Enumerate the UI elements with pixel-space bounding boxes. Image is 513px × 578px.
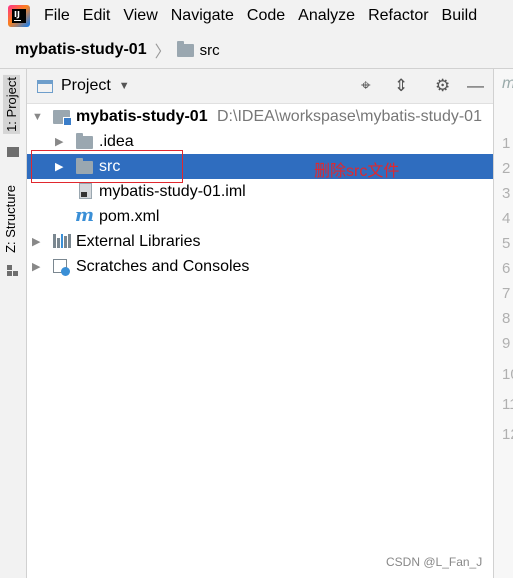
tab-structure[interactable]: Z: Structure <box>3 185 18 253</box>
tree-root[interactable]: ▼ mybatis-study-01 D:\IDEA\workspase\myb… <box>27 104 493 129</box>
module-folder-icon <box>53 110 72 126</box>
line-number: 11 <box>502 396 513 413</box>
expand-arrow-icon[interactable]: ▶ <box>32 260 40 273</box>
chevron-down-icon[interactable]: ▼ <box>119 80 130 92</box>
tree-item-external-libraries[interactable]: ▶ External Libraries <box>27 229 493 254</box>
project-panel-header: Project ▼ ⌖ ⇕ ⚙ — <box>27 69 493 104</box>
breadcrumb-separator: 〉 <box>154 44 171 61</box>
iml-file-icon <box>79 183 92 199</box>
menu-bar: IJ File Edit View Navigate Code Analyze … <box>0 0 513 32</box>
tree-item-label: Scratches and Consoles <box>76 257 250 275</box>
maven-icon: m <box>75 205 95 226</box>
annotation-text: 删除src文件 <box>314 163 400 180</box>
line-number: 7 <box>502 285 511 302</box>
menu-analyze[interactable]: Analyze <box>298 7 355 25</box>
menu-build[interactable]: Build <box>442 7 478 25</box>
breadcrumb-project[interactable]: mybatis-study-01 <box>15 41 147 59</box>
breadcrumb: mybatis-study-01 〉 src <box>0 32 513 69</box>
editor-tab-fragment[interactable]: m <box>502 75 513 93</box>
tree-item-pom[interactable]: m pom.xml <box>27 204 493 229</box>
collapse-icon[interactable]: ⇕ <box>394 77 408 95</box>
project-tool-icon <box>7 147 19 157</box>
tree-item-label: mybatis-study-01.iml <box>99 182 246 200</box>
breadcrumb-src[interactable]: src <box>200 42 220 59</box>
menu-navigate[interactable]: Navigate <box>171 7 234 25</box>
expand-arrow-icon[interactable]: ▶ <box>32 235 40 248</box>
line-number: 2 <box>502 160 511 177</box>
tree-item-label: External Libraries <box>76 232 201 250</box>
expand-arrow-icon[interactable]: ▼ <box>32 111 43 123</box>
tab-project[interactable]: 1: Project <box>3 75 20 134</box>
menu-edit[interactable]: Edit <box>83 7 111 25</box>
root-path: D:\IDEA\workspase\mybatis-study-01 <box>217 107 482 125</box>
tree-item-label: pom.xml <box>99 207 160 225</box>
menu-code[interactable]: Code <box>247 7 285 25</box>
line-number: 8 <box>502 310 511 327</box>
line-number: 5 <box>502 235 511 252</box>
line-number: 1 <box>502 135 511 152</box>
gear-icon[interactable]: ⚙ <box>435 77 450 95</box>
minimize-icon[interactable]: — <box>467 77 484 95</box>
annotation-highlight-box <box>31 150 183 183</box>
structure-tool-icon <box>7 265 19 277</box>
libraries-icon <box>53 234 71 248</box>
scratches-icon <box>53 259 70 276</box>
line-number: 10 <box>502 366 513 383</box>
menu-view[interactable]: View <box>123 7 157 25</box>
menu-refactor[interactable]: Refactor <box>368 7 428 25</box>
watermark: CSDN @L_Fan_J <box>386 555 483 569</box>
line-number: 9 <box>502 335 511 352</box>
line-number: 4 <box>502 210 511 227</box>
project-view-icon <box>37 79 53 93</box>
menu-file[interactable]: File <box>44 7 70 25</box>
line-number: 6 <box>502 260 511 277</box>
editor-gutter: m 1 2 3 4 5 6 7 8 9 10 11 12 <box>493 69 513 578</box>
left-tool-strip: 1: Project Z: Structure <box>0 69 27 578</box>
intellij-logo-icon: IJ <box>8 5 30 27</box>
expand-arrow-icon[interactable]: ▶ <box>55 135 63 148</box>
folder-icon <box>76 133 93 149</box>
panel-title[interactable]: Project <box>61 77 111 95</box>
line-number: 3 <box>502 185 511 202</box>
line-number: 12 <box>502 426 513 443</box>
crosshair-icon[interactable]: ⌖ <box>361 77 371 95</box>
folder-icon <box>176 40 194 57</box>
root-name: mybatis-study-01 <box>76 107 208 125</box>
tree-item-label: .idea <box>99 132 134 150</box>
tree-item-scratches[interactable]: ▶ Scratches and Consoles <box>27 254 493 279</box>
